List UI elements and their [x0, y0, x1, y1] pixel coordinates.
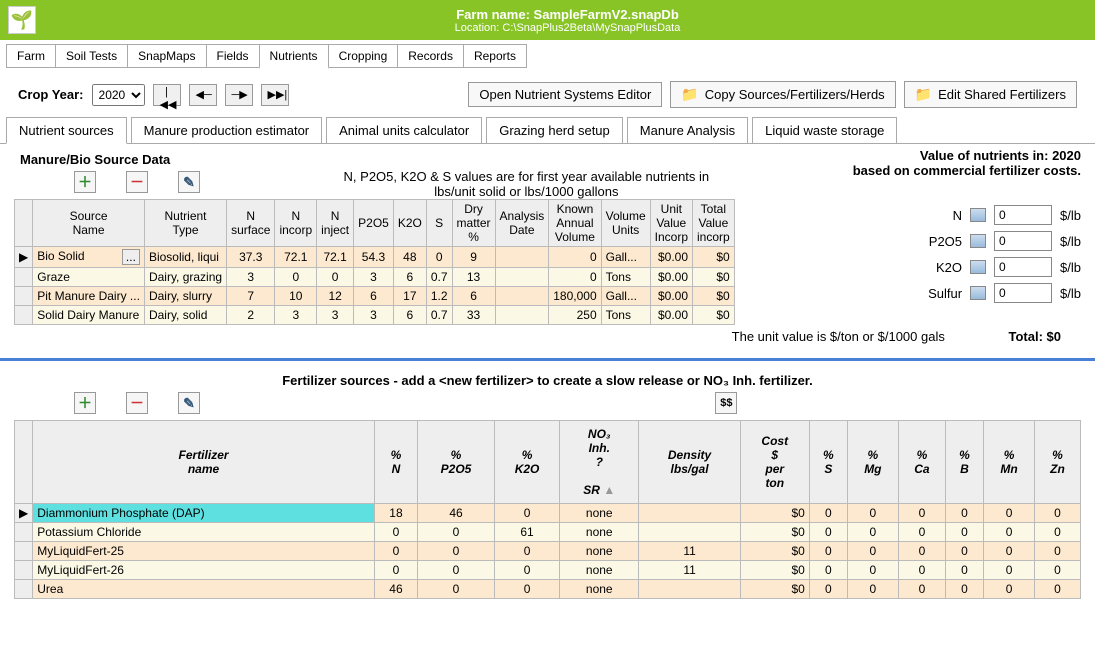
nav-last-button[interactable]: ▶▶| [261, 84, 289, 106]
subtab-manure-analysis[interactable]: Manure Analysis [627, 117, 748, 143]
nutrient-cost-input[interactable] [994, 231, 1052, 251]
total-label: Total: [1008, 329, 1042, 344]
nutrient-cost-input[interactable] [994, 257, 1052, 277]
nutrient-label: N [912, 208, 962, 223]
manure-title: Manure/Bio Source Data [20, 152, 853, 167]
nav-prev-button[interactable]: ◀─ [189, 84, 217, 106]
farm-label: Farm name: [456, 7, 530, 22]
open-nutrient-editor-button[interactable]: Open Nutrient Systems Editor [468, 82, 662, 107]
nutrient-cost-input[interactable] [994, 283, 1052, 303]
crop-year-label: Crop Year: [18, 87, 84, 102]
calculator-icon[interactable] [970, 208, 986, 222]
unit-value-note: The unit value is $/ton or $/1000 gals [732, 329, 945, 344]
fertilizer-row[interactable]: Potassium Chloride0061none$0000000 [15, 523, 1081, 542]
calculator-icon[interactable] [970, 286, 986, 300]
crop-year-select[interactable]: 2020 [92, 84, 145, 106]
menu-snapmaps[interactable]: SnapMaps [127, 44, 206, 68]
fertilizer-row[interactable]: MyLiquidFert-26000none11$0000000 [15, 561, 1081, 580]
manure-row[interactable]: Pit Manure Dairy ...Dairy, slurry7101261… [15, 287, 735, 306]
add-fertilizer-button[interactable]: ＋ [74, 392, 96, 414]
subtab-liquid-waste-storage[interactable]: Liquid waste storage [752, 117, 897, 143]
menu-farm[interactable]: Farm [6, 44, 56, 68]
remove-fertilizer-button[interactable]: － [126, 392, 148, 414]
fertilizer-row[interactable]: Urea4600none$0000000 [15, 580, 1081, 599]
edit-source-button[interactable]: ✎ [178, 171, 200, 193]
menu-fields[interactable]: Fields [206, 44, 260, 68]
subtab-grazing-herd-setup[interactable]: Grazing herd setup [486, 117, 623, 143]
menu-reports[interactable]: Reports [463, 44, 527, 68]
nutrient-label: P2O5 [912, 234, 962, 249]
manure-note: N, P2O5, K2O & S values are for first ye… [200, 169, 853, 184]
location-path: C:\SnapPlus2Beta\MySnapPlusData [502, 22, 680, 34]
unit-label: $/lb [1060, 234, 1081, 249]
copy-sources-button[interactable]: 📁Copy Sources/Fertilizers/Herds [670, 81, 895, 108]
nutrient-cost-input[interactable] [994, 205, 1052, 225]
unit-label: $/lb [1060, 260, 1081, 275]
menu-soil-tests[interactable]: Soil Tests [55, 44, 128, 68]
main-menu: FarmSoil TestsSnapMapsFieldsNutrientsCro… [0, 40, 1095, 73]
nutrient-label: K2O [912, 260, 962, 275]
add-source-button[interactable]: ＋ [74, 171, 96, 193]
app-logo: 🌱 [8, 6, 36, 34]
app-header: 🌱 Farm name: SampleFarmV2.snapDb Locatio… [0, 0, 1095, 40]
menu-records[interactable]: Records [397, 44, 464, 68]
menu-cropping[interactable]: Cropping [328, 44, 399, 68]
farm-name: SampleFarmV2.snapDb [534, 7, 679, 22]
total-value: $0 [1047, 329, 1061, 344]
manure-note2: lbs/unit solid or lbs/1000 gallons [200, 184, 853, 199]
manure-row[interactable]: GrazeDairy, grazing300360.7130Tons$0.00$… [15, 268, 735, 287]
location-label: Location: [455, 22, 500, 34]
fertilizer-row[interactable]: ▶Diammonium Phosphate (DAP)18460none$000… [15, 504, 1081, 523]
fertilizer-grid[interactable]: Fertilizername%N%P2O5%K2ONO₃Inh.?SR ▲Den… [14, 420, 1081, 599]
ellipsis-button[interactable]: ... [122, 249, 140, 265]
sub-tabs: Nutrient sourcesManure production estima… [0, 116, 1095, 144]
manure-grid[interactable]: SourceNameNutrientTypeNsurfaceNincorpNin… [14, 199, 735, 325]
edit-fertilizer-button[interactable]: ✎ [178, 392, 200, 414]
remove-source-button[interactable]: － [126, 171, 148, 193]
manure-row[interactable]: Solid Dairy ManureDairy, solid233360.733… [15, 306, 735, 325]
fertilizer-row[interactable]: MyLiquidFert-25000none11$0000000 [15, 542, 1081, 561]
calculator-icon[interactable] [970, 260, 986, 274]
nav-first-button[interactable]: |◀◀ [153, 84, 181, 106]
unit-label: $/lb [1060, 208, 1081, 223]
menu-nutrients[interactable]: Nutrients [259, 44, 329, 69]
subtab-animal-units-calculator[interactable]: Animal units calculator [326, 117, 482, 143]
calculator-icon[interactable] [970, 234, 986, 248]
fertilizer-title: Fertilizer sources - add a <new fertiliz… [14, 373, 1081, 388]
nav-next-button[interactable]: ─▶ [225, 84, 253, 106]
subtab-nutrient-sources[interactable]: Nutrient sources [6, 117, 127, 144]
folder-icon: 📁 [681, 86, 698, 103]
edit-shared-button[interactable]: 📁Edit Shared Fertilizers [904, 81, 1077, 108]
divider [0, 358, 1095, 361]
manure-row[interactable]: ▶Bio Solid ...Biosolid, liqui37.372.172.… [15, 247, 735, 268]
nutrient-label: Sulfur [912, 286, 962, 301]
subtab-manure-production-estimator[interactable]: Manure production estimator [131, 117, 322, 143]
unit-label: $/lb [1060, 286, 1081, 301]
price-button[interactable]: $$ [715, 392, 737, 414]
toolbar: Crop Year: 2020 |◀◀ ◀─ ─▶ ▶▶| Open Nutri… [0, 73, 1095, 116]
folder-icon: 📁 [915, 86, 932, 103]
nutrient-cost-inputs: N $/lb P2O5 $/lb K2O $/lb Sulfur $/lb [912, 199, 1081, 309]
value-box: Value of nutrients in: 2020 based on com… [853, 148, 1081, 178]
